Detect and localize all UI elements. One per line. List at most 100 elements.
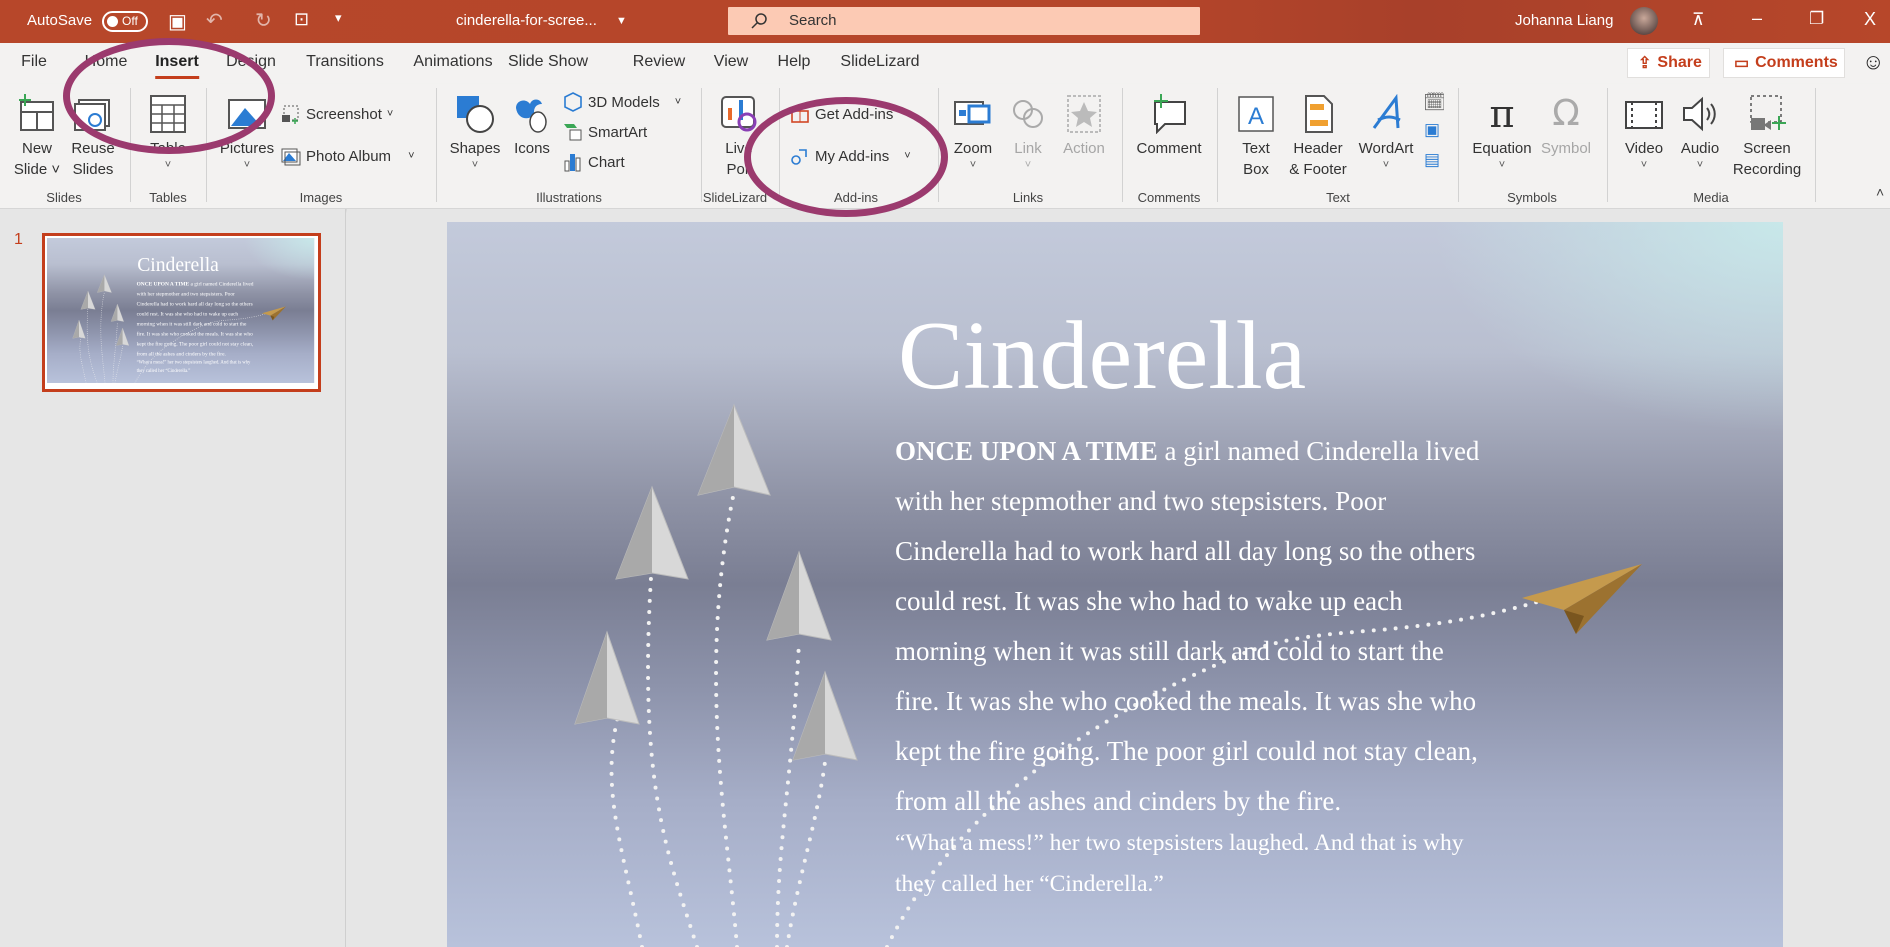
slide-number: 1 <box>14 231 23 248</box>
search-input[interactable]: Search <box>728 7 1200 35</box>
undo-icon[interactable]: ↶ <box>206 8 223 33</box>
body-line[interactable]: Cinderella had to work hard all day long… <box>895 536 1475 567</box>
symbol-button[interactable]: Ω Symbol <box>1526 84 1606 159</box>
pictures-icon <box>228 99 266 129</box>
object-icon[interactable]: ▤ <box>1424 150 1440 170</box>
collapse-ribbon-icon[interactable]: ˄ <box>1876 184 1884 200</box>
customize-toolbar-icon[interactable]: ▾ <box>335 10 342 26</box>
wordart-icon <box>1372 94 1401 129</box>
shapes-icon <box>457 96 494 133</box>
live-poll-icon <box>721 96 757 132</box>
group-label-tables: Tables <box>149 190 187 205</box>
body-line[interactable]: with her stepmother and two stepsisters.… <box>895 486 1386 517</box>
group-label-illustrations: Illustrations <box>536 190 602 205</box>
group-label-symbols: Symbols <box>1507 190 1557 205</box>
group-label-comments: Comments <box>1137 190 1201 205</box>
body-line: with her stepmother and two stepsisters.… <box>136 290 235 297</box>
new-comment-icon <box>1154 94 1186 134</box>
slide-title[interactable]: Cinderella <box>898 300 1306 412</box>
body-line: fire. It was she who cooked the meals. I… <box>136 330 253 337</box>
smartart-icon <box>564 124 582 141</box>
chart-icon <box>564 154 581 172</box>
pictures-button[interactable]: Pictures ˅ <box>207 84 287 171</box>
body-line: kept the fire going. The poor girl could… <box>136 340 254 347</box>
photo-album-button[interactable]: Photo Album ˅ <box>281 146 415 166</box>
date-time-icon[interactable]: 🗓 <box>1423 92 1446 113</box>
quote-line[interactable]: they called her “Cinderella.” <box>895 871 1164 898</box>
pi-icon: π <box>1489 92 1515 136</box>
tab-design[interactable]: Design <box>226 53 276 71</box>
share-button[interactable]: ⇪ Share <box>1627 48 1710 78</box>
get-addins-button[interactable]: Get Add-ins <box>790 104 893 124</box>
photo-album-icon <box>281 148 301 166</box>
body-line: could rest. It was she who had to wake u… <box>136 310 239 317</box>
chart-button[interactable]: Chart <box>563 152 625 172</box>
body-line[interactable]: ONCE UPON A TIME a girl named Cinderella… <box>895 436 1479 467</box>
tab-view[interactable]: View <box>714 53 748 71</box>
body-line[interactable]: from all the ashes and cinders by the fi… <box>895 786 1341 817</box>
tab-slidelizard[interactable]: SlideLizard <box>840 53 919 71</box>
icons-button[interactable]: Icons <box>492 84 572 159</box>
tab-file[interactable]: File <box>21 53 47 71</box>
icons-icon <box>516 99 547 133</box>
chevron-down-icon[interactable]: ▼ <box>616 15 627 27</box>
wordart-button[interactable]: WordArt ˅ <box>1346 84 1426 171</box>
tab-transitions[interactable]: Transitions <box>306 53 384 71</box>
video-icon <box>1625 101 1663 129</box>
present-icon[interactable]: ⊡ <box>294 9 309 30</box>
group-label-media: Media <box>1693 190 1729 205</box>
smartart-button[interactable]: SmartArt <box>563 122 647 142</box>
body-line: from all the ashes and cinders by the fi… <box>136 350 226 357</box>
tab-slide-show[interactable]: Slide Show <box>508 53 588 71</box>
ribbon-display-icon[interactable]: ⊼ <box>1692 10 1704 30</box>
feedback-smiley-icon[interactable]: ☺ <box>1862 49 1884 75</box>
table-button[interactable]: Table ˅ <box>128 84 208 171</box>
reuse-slides-icon <box>74 99 110 131</box>
action-star-icon <box>1067 95 1101 133</box>
quote-line[interactable]: “What a mess!” her two stepsisters laugh… <box>895 830 1463 857</box>
slide-number-icon[interactable]: ▣ <box>1424 120 1440 140</box>
3d-models-icon <box>564 92 582 112</box>
my-addins-button[interactable]: My Add-ins ˅ <box>790 146 911 166</box>
screen-recording-icon <box>1750 95 1786 130</box>
body-line[interactable]: morning when it was still dark and cold … <box>895 636 1444 667</box>
restore-icon[interactable]: ❐ <box>1809 9 1824 29</box>
live-poll-button[interactable]: Live Poll <box>699 84 779 180</box>
minimize-icon[interactable]: – <box>1752 8 1762 29</box>
tab-help[interactable]: Help <box>778 53 811 71</box>
slide-thumbnail[interactable]: Cinderella ONCE UPON A TIME a girl named… <box>42 233 321 392</box>
avatar[interactable] <box>1630 7 1658 35</box>
tab-review[interactable]: Review <box>633 53 685 71</box>
comment-button[interactable]: Comment <box>1129 84 1209 159</box>
reuse-slides-button[interactable]: Reuse Slides <box>53 84 133 180</box>
body-line[interactable]: kept the fire going. The poor girl could… <box>895 736 1478 767</box>
action-button[interactable]: Action <box>1044 84 1124 159</box>
quote-line: they called her “Cinderella.” <box>136 367 191 373</box>
file-name[interactable]: cinderella-for-scree... <box>456 12 597 29</box>
close-icon[interactable]: X <box>1864 9 1876 30</box>
screenshot-button[interactable]: Screenshot ˅ <box>281 104 393 124</box>
autosave-label: AutoSave <box>27 12 93 29</box>
redo-icon[interactable]: ↻ <box>255 8 272 33</box>
group-label-images: Images <box>299 190 343 205</box>
omega-icon: Ω <box>1552 93 1580 134</box>
save-icon[interactable]: ▣ <box>168 9 187 34</box>
comments-button[interactable]: ▭ Comments <box>1723 48 1845 78</box>
table-icon <box>150 95 186 133</box>
slide-title: Cinderella <box>137 254 219 276</box>
3d-models-button[interactable]: 3D Models ˅ <box>563 92 681 112</box>
autosave-toggle[interactable]: Off <box>102 11 148 32</box>
my-addins-icon <box>791 149 807 165</box>
user-name[interactable]: Johanna Liang <box>1515 12 1613 29</box>
tab-insert[interactable]: Insert <box>155 53 199 79</box>
tab-animations[interactable]: Animations <box>413 53 492 71</box>
ribbon-tabs: File Home Insert Design Transitions Anim… <box>0 43 1890 84</box>
text-box-icon: A <box>1238 96 1274 132</box>
body-line[interactable]: fire. It was she who cooked the meals. I… <box>895 686 1476 717</box>
body-line[interactable]: could rest. It was she who had to wake u… <box>895 586 1403 617</box>
slide-canvas[interactable]: Cinderella ONCE UPON A TIME a girl named… <box>447 222 1783 947</box>
header-footer-icon <box>1305 95 1333 133</box>
body-line: morning when it was still dark and cold … <box>136 320 247 327</box>
tab-home[interactable]: Home <box>85 53 128 71</box>
screen-recording-button[interactable]: Screen Recording <box>1727 84 1807 180</box>
